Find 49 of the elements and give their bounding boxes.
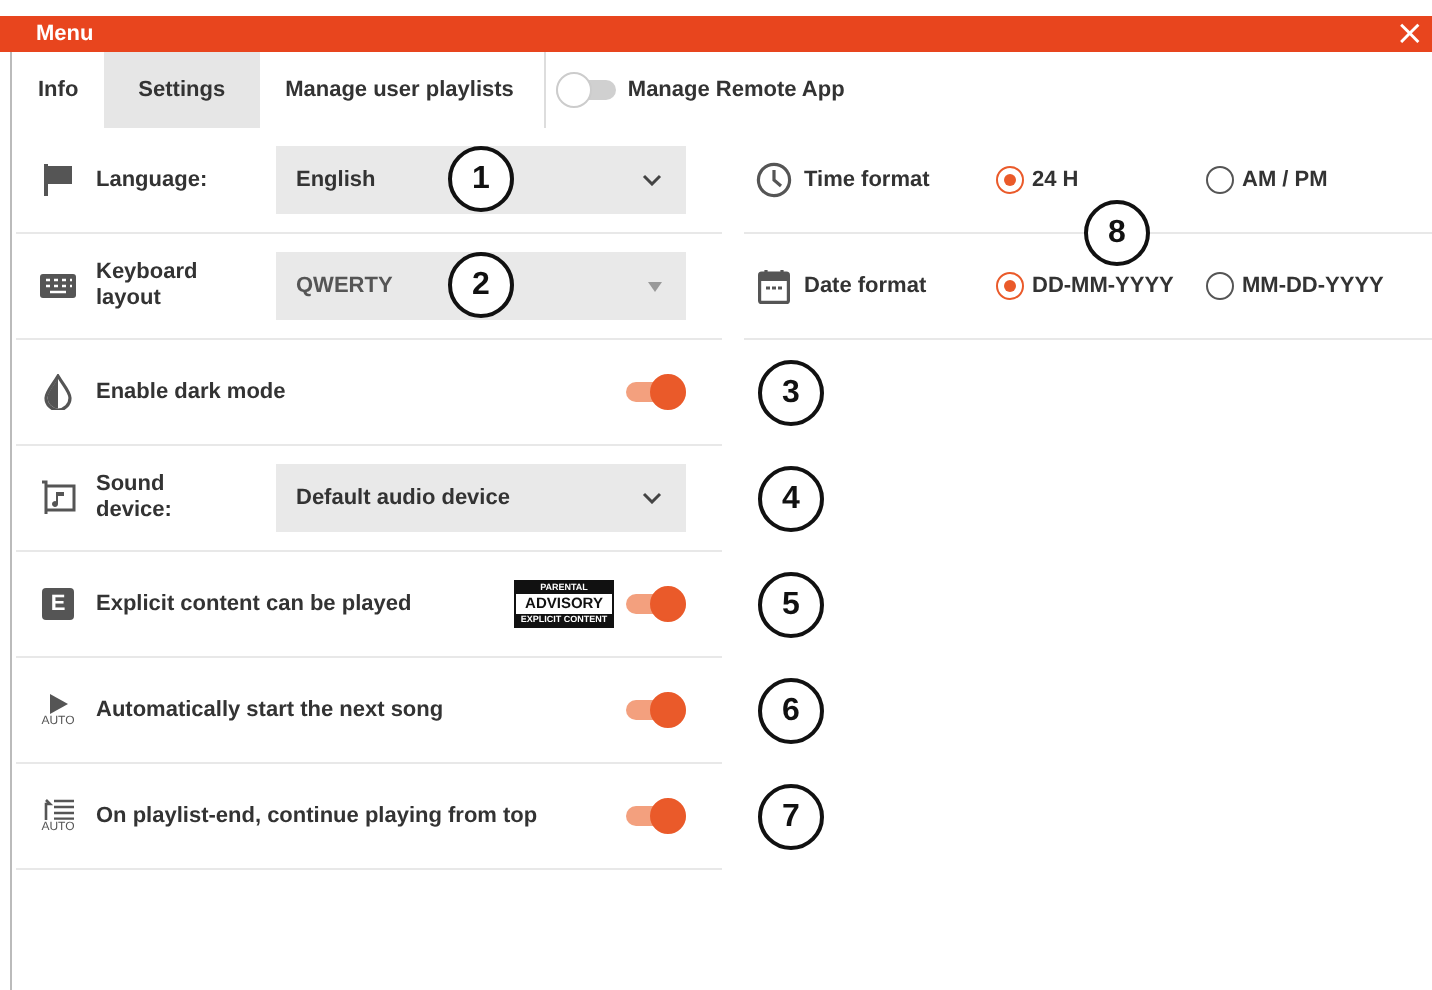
callout-marker: 1 — [448, 146, 514, 212]
drop-icon — [44, 374, 72, 410]
setting-toggle[interactable] — [626, 586, 686, 622]
radio-label: DD-MM-YYYY — [1032, 274, 1174, 298]
radio-label: 24 H — [1032, 168, 1079, 192]
callout-marker: 8 — [1084, 200, 1150, 266]
callout-marker: 2 — [448, 252, 514, 318]
dropdown[interactable]: QWERTY 2 — [276, 252, 686, 320]
setting-label: Language: — [96, 167, 210, 193]
radio-button[interactable] — [996, 166, 1024, 194]
setting-toggle[interactable] — [626, 798, 686, 834]
format-label: Date format — [804, 274, 929, 298]
callout-marker: 7 — [758, 784, 824, 850]
calendar-icon — [758, 268, 790, 304]
radio-button[interactable] — [1206, 272, 1234, 300]
setting-toggle[interactable] — [626, 374, 686, 410]
setting-label: Sound device: — [96, 472, 174, 524]
callout-marker: 4 — [758, 466, 824, 532]
radio-button[interactable] — [1206, 166, 1234, 194]
chevron-icon — [642, 492, 662, 504]
format-label: Time format — [804, 168, 932, 192]
radio-label: AM / PM — [1242, 168, 1328, 192]
list-repeat-icon — [42, 798, 74, 820]
close-button[interactable]: × — [1391, 16, 1428, 52]
callout-marker: 3 — [758, 360, 824, 426]
tab[interactable]: Settings — [104, 52, 260, 128]
flag-icon — [40, 162, 76, 198]
radio-label: MM-DD-YYYY — [1242, 274, 1384, 298]
play-icon — [48, 693, 68, 713]
dropdown[interactable]: Default audio device — [276, 464, 686, 532]
setting-label: On playlist-end, continue playing from top — [96, 804, 538, 828]
clock-icon — [756, 162, 792, 198]
dropdown[interactable]: English 1 — [276, 146, 686, 214]
callout-marker: 5 — [758, 572, 824, 638]
sound-card-icon — [40, 480, 76, 516]
explicit-icon: E — [42, 588, 74, 620]
setting-label: Enable dark mode — [96, 380, 286, 404]
keyboard-icon — [40, 272, 76, 300]
remote-app-toggle[interactable] — [555, 72, 616, 108]
setting-label: Explicit content can be played — [96, 592, 412, 616]
caret-icon — [648, 281, 662, 291]
setting-label: Automatically start the next song — [96, 698, 444, 722]
remote-app-label: Manage Remote App — [627, 78, 845, 102]
setting-toggle[interactable] — [626, 692, 686, 728]
radio-button[interactable] — [996, 272, 1024, 300]
setting-label: Keyboard layout — [96, 260, 200, 312]
callout-marker: 6 — [758, 678, 824, 744]
chevron-icon — [642, 174, 662, 186]
window-title: Menu — [36, 22, 94, 46]
